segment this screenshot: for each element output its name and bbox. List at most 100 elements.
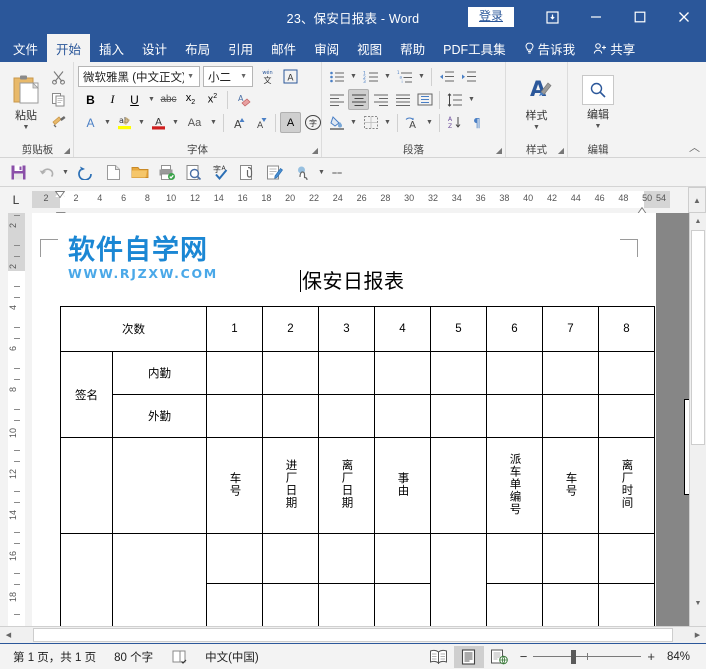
horizontal-ruler[interactable]: 2 54 2 4 6 8 10 12 14 16 18 20 22 24 26 28 30 32 34 36 38 4… bbox=[32, 187, 688, 220]
grow-font-button[interactable]: A bbox=[228, 112, 249, 133]
table-row-blank-1[interactable]: 车辆 外 本公 bbox=[60, 533, 655, 626]
cell-vh-dispatch-no[interactable]: 派车单编号 bbox=[486, 437, 543, 534]
cell-blank[interactable] bbox=[542, 351, 599, 395]
cell-num-2[interactable]: 2 bbox=[262, 306, 319, 352]
cell-blank[interactable] bbox=[430, 351, 487, 395]
tab-design[interactable]: 设计 bbox=[133, 34, 176, 62]
tab-references[interactable]: 引用 bbox=[219, 34, 262, 62]
cell-num-3[interactable]: 3 bbox=[318, 306, 375, 352]
strikethrough-button[interactable]: abc bbox=[158, 89, 179, 110]
borders-button[interactable] bbox=[360, 112, 381, 133]
shading-dropdown[interactable]: ▼ bbox=[348, 112, 359, 133]
zoom-level[interactable]: 84% bbox=[661, 651, 696, 663]
touch-mode-dropdown[interactable]: ▼ bbox=[316, 161, 327, 184]
report-table[interactable]: 次数 1 2 3 4 5 6 7 8 签名 内勤 外勤 车号 进厂日期 离厂日期… bbox=[60, 306, 655, 626]
table-row-vertical-headers[interactable]: 车号 进厂日期 离厂日期 事由 派车单编号 车号 离厂时间 bbox=[60, 437, 655, 534]
zoom-in-button[interactable]: + bbox=[647, 649, 655, 664]
text-effects-dropdown[interactable]: ▼ bbox=[102, 112, 113, 133]
cell-blank[interactable] bbox=[206, 533, 263, 584]
enclose-characters-button[interactable]: 字 bbox=[302, 112, 323, 133]
cell-blank[interactable] bbox=[430, 394, 487, 438]
justify-button[interactable] bbox=[392, 89, 413, 110]
ribbon-display-options-icon[interactable] bbox=[530, 0, 574, 34]
document-scroll-area[interactable]: 软件自学网 WWW.RJZXW.COM 保安日报表 次数 1 2 3 4 5 6… bbox=[32, 213, 706, 626]
cell-num-7[interactable]: 7 bbox=[542, 306, 599, 352]
distribute-button[interactable] bbox=[414, 89, 435, 110]
change-case-button[interactable]: Aa bbox=[182, 112, 207, 133]
sign-in-button[interactable]: 登录 bbox=[467, 6, 514, 28]
highlight-color-dropdown[interactable]: ▼ bbox=[136, 112, 147, 133]
cell-num-8[interactable]: 8 bbox=[598, 306, 655, 352]
cell-blank[interactable] bbox=[318, 394, 375, 438]
cell-blank[interactable] bbox=[262, 533, 319, 584]
font-size-combo[interactable]: 小二 ▼ bbox=[203, 66, 253, 87]
cell-blank[interactable] bbox=[430, 437, 487, 534]
cell-blank[interactable] bbox=[374, 533, 431, 584]
underline-dropdown[interactable]: ▼ bbox=[146, 89, 157, 110]
cell-blank[interactable] bbox=[374, 583, 431, 626]
text-effects-button[interactable]: A bbox=[80, 112, 101, 133]
numbered-list-dropdown[interactable]: ▼ bbox=[382, 66, 393, 87]
print-layout-icon[interactable] bbox=[453, 645, 484, 668]
tab-insert[interactable]: 插入 bbox=[90, 34, 133, 62]
cut-button[interactable] bbox=[48, 67, 69, 88]
horizontal-scrollbar[interactable]: ◀ ▶ bbox=[0, 626, 706, 643]
tab-help[interactable]: 帮助 bbox=[391, 34, 434, 62]
chevron-down-icon[interactable]: ▼ bbox=[237, 73, 250, 80]
vertical-scroll-track[interactable] bbox=[690, 445, 706, 595]
minimize-icon[interactable] bbox=[574, 0, 618, 34]
table-row-sign-inner[interactable]: 签名 内勤 bbox=[60, 351, 655, 438]
format-painter-button[interactable] bbox=[48, 111, 69, 132]
table-row-sign-outer[interactable]: 外勤 bbox=[61, 394, 655, 438]
clipboard-dialog-launcher[interactable]: ◢ bbox=[64, 146, 70, 155]
word-count[interactable]: 80 个字 bbox=[105, 649, 162, 665]
increase-indent-button[interactable] bbox=[458, 66, 479, 87]
scroll-down-arrow-icon[interactable]: ▼ bbox=[690, 595, 706, 612]
cell-blank[interactable] bbox=[598, 533, 655, 584]
table-row-header[interactable]: 次数 1 2 3 4 5 6 7 8 bbox=[60, 306, 655, 352]
cell-inner-duty[interactable]: 内勤 bbox=[112, 351, 207, 395]
clear-formatting-button[interactable]: A bbox=[232, 89, 253, 110]
scroll-up-button[interactable]: ▲ bbox=[688, 187, 706, 213]
cell-vh-plate-no[interactable]: 车号 bbox=[206, 437, 263, 534]
edit-document-icon[interactable] bbox=[262, 161, 287, 184]
shrink-font-button[interactable]: A bbox=[250, 112, 271, 133]
character-shading-button[interactable]: A bbox=[280, 112, 301, 133]
cell-blank[interactable] bbox=[262, 583, 319, 626]
decrease-indent-button[interactable] bbox=[436, 66, 457, 87]
numbered-list-button[interactable]: 123 bbox=[360, 66, 381, 87]
document-title[interactable]: 保安日报表 bbox=[300, 265, 405, 294]
italic-button[interactable]: I bbox=[102, 89, 123, 110]
vertical-ruler[interactable]: 2 2 4 6 8 10 12 14 16 18 bbox=[0, 213, 32, 626]
scroll-up-arrow-icon[interactable]: ▲ bbox=[690, 213, 706, 230]
cell-num-5[interactable]: 5 bbox=[430, 306, 487, 352]
first-line-indent-marker[interactable] bbox=[55, 191, 65, 198]
cell-blank[interactable] bbox=[598, 583, 655, 626]
chevron-down-icon[interactable]: ▼ bbox=[23, 124, 30, 131]
cell-vh-plate-no-2[interactable]: 车号 bbox=[542, 437, 599, 534]
attachment-icon[interactable] bbox=[235, 161, 260, 184]
styles-button[interactable]: A 样式 ▼ bbox=[512, 65, 562, 137]
cell-blank[interactable] bbox=[542, 533, 599, 584]
print-preview-icon[interactable] bbox=[181, 161, 206, 184]
character-border-button[interactable]: A bbox=[280, 66, 301, 87]
cell-blank[interactable] bbox=[112, 437, 207, 534]
horizontal-ruler-track[interactable]: 2 54 2 4 6 8 10 12 14 16 18 20 22 24 26 28 30 32 34 36 38 4… bbox=[32, 191, 670, 220]
cell-blank[interactable] bbox=[206, 351, 263, 395]
phonetic-guide-button[interactable]: wén 文 bbox=[257, 66, 278, 87]
paragraph-dialog-launcher[interactable]: ◢ bbox=[496, 146, 502, 155]
paste-button[interactable]: 粘贴 ▼ bbox=[6, 65, 46, 137]
document-page[interactable]: 软件自学网 WWW.RJZXW.COM 保安日报表 次数 1 2 3 4 5 6… bbox=[32, 213, 706, 626]
open-folder-icon[interactable] bbox=[127, 161, 152, 184]
bullet-list-dropdown[interactable]: ▼ bbox=[348, 66, 359, 87]
cell-blank[interactable] bbox=[542, 394, 599, 438]
collapse-ribbon-button[interactable]: ︿ bbox=[689, 139, 700, 155]
cell-blank[interactable] bbox=[598, 351, 655, 395]
tab-review[interactable]: 审阅 bbox=[305, 34, 348, 62]
tab-share[interactable]: 共享 bbox=[584, 34, 644, 62]
line-spacing-button[interactable] bbox=[444, 89, 465, 110]
cell-blank[interactable] bbox=[318, 583, 375, 626]
borders-dropdown[interactable]: ▼ bbox=[382, 112, 393, 133]
scroll-left-arrow-icon[interactable]: ◀ bbox=[0, 627, 17, 643]
show-formatting-marks-button[interactable]: ¶ bbox=[466, 112, 487, 133]
